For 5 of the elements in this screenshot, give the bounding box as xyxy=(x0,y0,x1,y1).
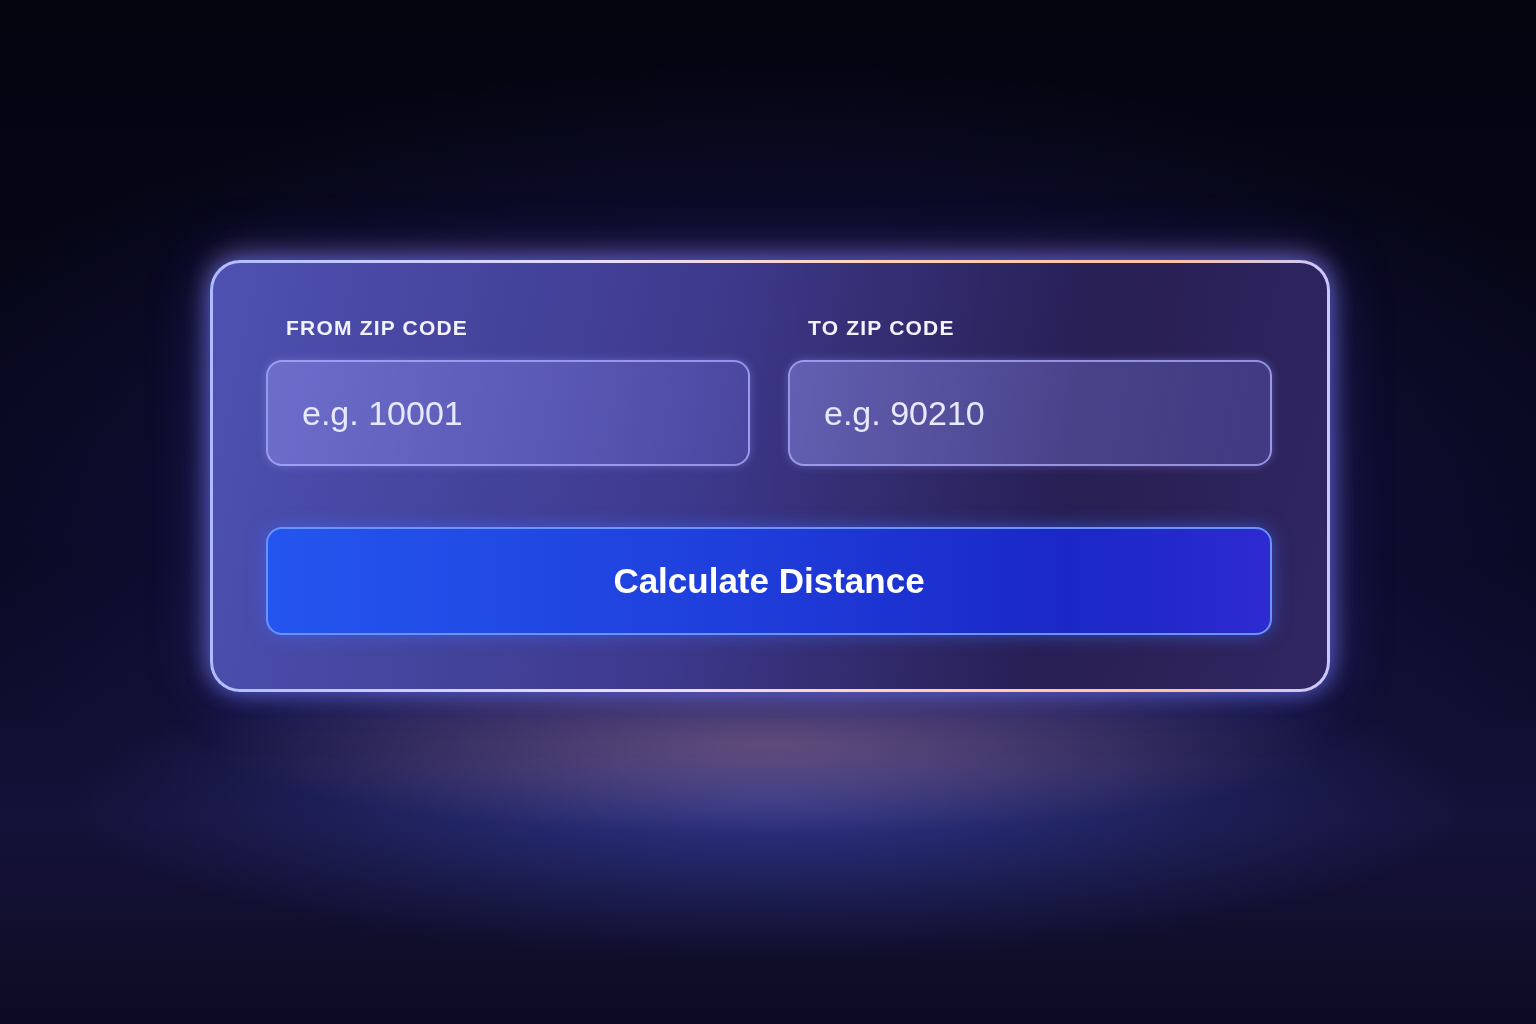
zip-code-field[interactable]: e.g. 90210 xyxy=(788,360,1272,466)
field-label: TO ZIP CODE xyxy=(808,316,955,340)
field-label: FROM ZIP CODE xyxy=(286,316,469,340)
zip-code-field[interactable]: e.g. 10001 xyxy=(266,360,750,466)
calculate-distance-button[interactable]: Calculate Distance xyxy=(266,527,1272,635)
